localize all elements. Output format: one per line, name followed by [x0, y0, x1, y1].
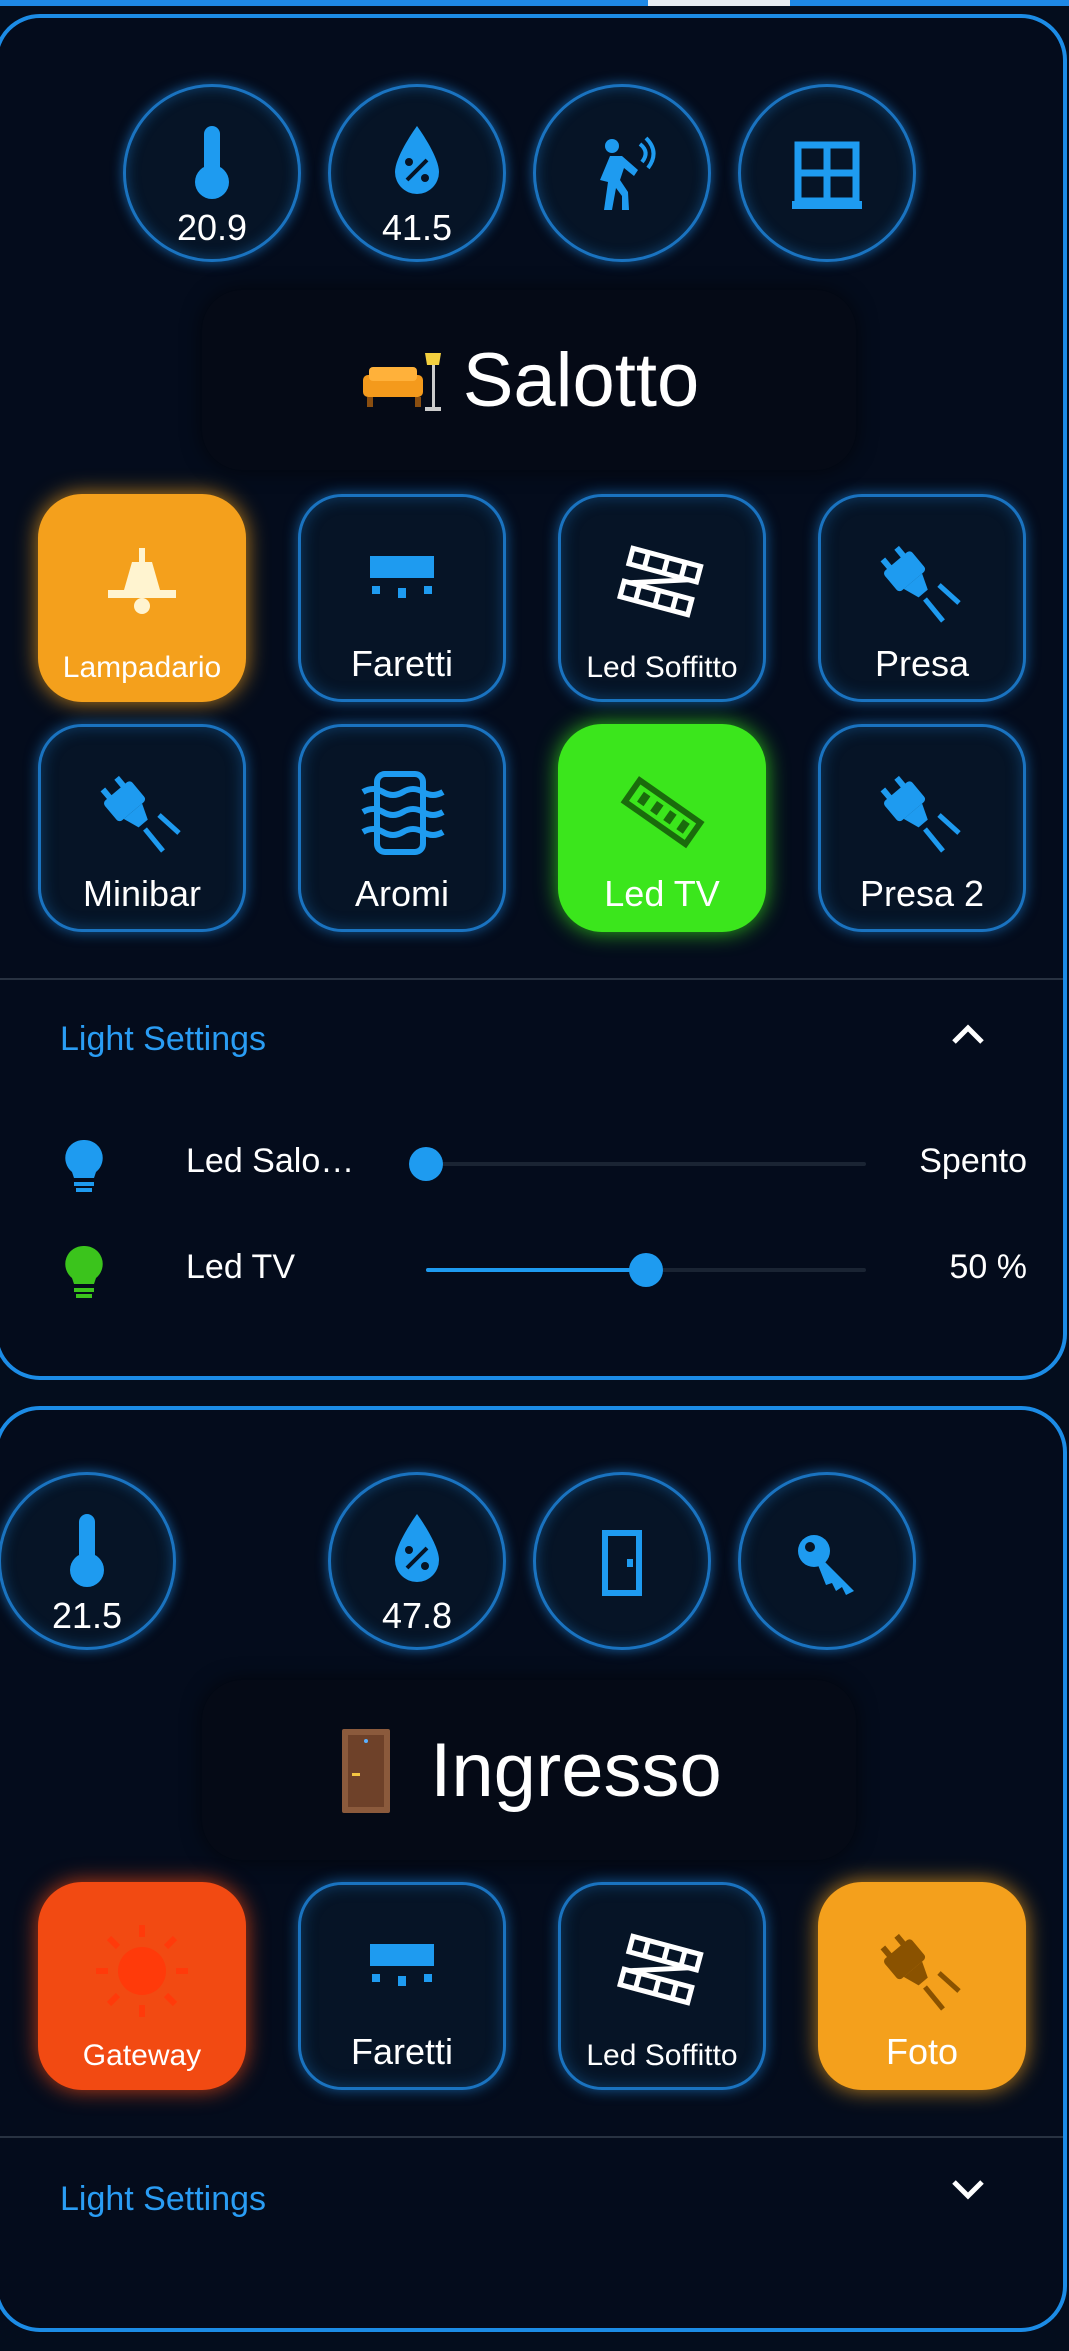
button-label: Presa — [874, 643, 970, 684]
door-icon — [602, 1530, 642, 1596]
button-presa-2[interactable]: Presa 2 — [818, 724, 1026, 932]
light-value: 50 % — [949, 1248, 1028, 1286]
slider-knob[interactable] — [409, 1147, 443, 1181]
ceiling-lamp-icon — [108, 548, 176, 614]
room-title-box: Salotto — [202, 290, 856, 470]
room-title: Salotto — [462, 337, 700, 423]
light-row-led-salotto: Led Salo… Spento — [0, 1128, 1063, 1198]
room-card-ingresso: 21.5 47.8 Ingresso Gateway Faretti Led S… — [0, 1406, 1067, 2332]
light-name: Led Salo… — [186, 1142, 355, 1180]
button-label: Faretti — [350, 643, 454, 684]
bulb-icon — [65, 1139, 103, 1192]
lock-sensor[interactable] — [738, 1472, 916, 1650]
brightness-slider[interactable] — [426, 1253, 866, 1287]
window-icon — [792, 141, 862, 209]
chevron-up-icon[interactable] — [948, 1018, 988, 1048]
button-label: Lampadario — [62, 651, 222, 684]
temperature-sensor[interactable]: 21.5 — [0, 1472, 176, 1650]
humidity-icon — [395, 1514, 439, 1582]
button-led-tv[interactable]: Led TV — [558, 724, 766, 932]
button-foto[interactable]: Foto — [818, 1882, 1026, 2090]
button-label: Faretti — [350, 2031, 454, 2072]
led-strip-icon — [617, 1933, 704, 2006]
bulb-icon — [65, 1245, 103, 1298]
button-led-soffitto[interactable]: Led Soffitto — [558, 1882, 766, 2090]
humidity-sensor[interactable]: 47.8 — [328, 1472, 506, 1650]
slider-fill — [426, 1268, 646, 1272]
button-faretti[interactable]: Faretti — [298, 1882, 506, 2090]
room-title: Ingresso — [430, 1727, 722, 1813]
button-label: Led TV — [604, 873, 720, 914]
button-label: Led Soffitto — [586, 2039, 738, 2072]
plug-icon — [880, 775, 961, 853]
door-sensor[interactable] — [533, 1472, 711, 1650]
top-accent-line — [0, 0, 1069, 6]
slider-knob[interactable] — [629, 1253, 663, 1287]
motion-sensor[interactable] — [533, 84, 711, 262]
plug-icon — [880, 1933, 961, 2011]
led-strip-icon — [620, 776, 705, 849]
light-settings-title[interactable]: Light Settings — [60, 2180, 266, 2219]
light-value: Spento — [919, 1142, 1027, 1180]
scent-icon — [361, 771, 445, 855]
humidity-sensor[interactable]: 41.5 — [328, 84, 506, 262]
button-presa[interactable]: Presa — [818, 494, 1026, 702]
button-led-soffitto[interactable]: Led Soffitto — [558, 494, 766, 702]
divider — [0, 978, 1063, 980]
temperature-value: 20.9 — [176, 207, 248, 248]
button-label: Presa 2 — [859, 873, 985, 914]
spotlight-icon — [370, 1944, 434, 1986]
temperature-value: 21.5 — [51, 1595, 123, 1636]
button-label: Foto — [885, 2031, 959, 2072]
motion-icon — [600, 136, 656, 210]
thermometer-icon — [195, 126, 229, 199]
button-minibar[interactable]: Minibar — [38, 724, 246, 932]
button-aromi[interactable]: Aromi — [298, 724, 506, 932]
sofa-icon — [362, 353, 441, 411]
thermometer-icon — [70, 1514, 104, 1587]
divider — [0, 2136, 1063, 2138]
light-settings-title[interactable]: Light Settings — [60, 1020, 266, 1059]
door-emoji-icon — [342, 1729, 391, 1813]
spotlight-icon — [370, 556, 434, 598]
window-sensor[interactable] — [738, 84, 916, 262]
drag-handle[interactable] — [648, 0, 790, 6]
button-lampadario[interactable]: Lampadario — [38, 494, 246, 702]
temperature-sensor[interactable]: 20.9 — [123, 84, 301, 262]
humidity-value: 41.5 — [381, 207, 453, 248]
room-card-salotto: 20.9 41.5 Salotto Lampadario Faretti Led… — [0, 14, 1067, 1380]
plug-icon — [100, 775, 181, 853]
button-gateway[interactable]: Gateway — [38, 1882, 246, 2090]
humidity-icon — [395, 126, 439, 194]
key-icon — [798, 1535, 854, 1595]
chevron-down-icon[interactable] — [948, 2174, 988, 2204]
humidity-value: 47.8 — [381, 1595, 453, 1636]
button-faretti[interactable]: Faretti — [298, 494, 506, 702]
led-strip-icon — [617, 545, 704, 618]
button-label: Led Soffitto — [586, 651, 738, 684]
button-label: Gateway — [82, 2039, 202, 2072]
button-label: Minibar — [82, 873, 202, 914]
light-row-led-tv: Led TV 50 % — [0, 1234, 1063, 1304]
room-title-box: Ingresso — [202, 1680, 856, 1860]
brightness-slider[interactable] — [409, 1147, 866, 1181]
plug-icon — [880, 545, 961, 623]
button-label: Aromi — [354, 873, 449, 914]
sun-icon — [96, 1925, 188, 2017]
light-name: Led TV — [186, 1248, 296, 1286]
